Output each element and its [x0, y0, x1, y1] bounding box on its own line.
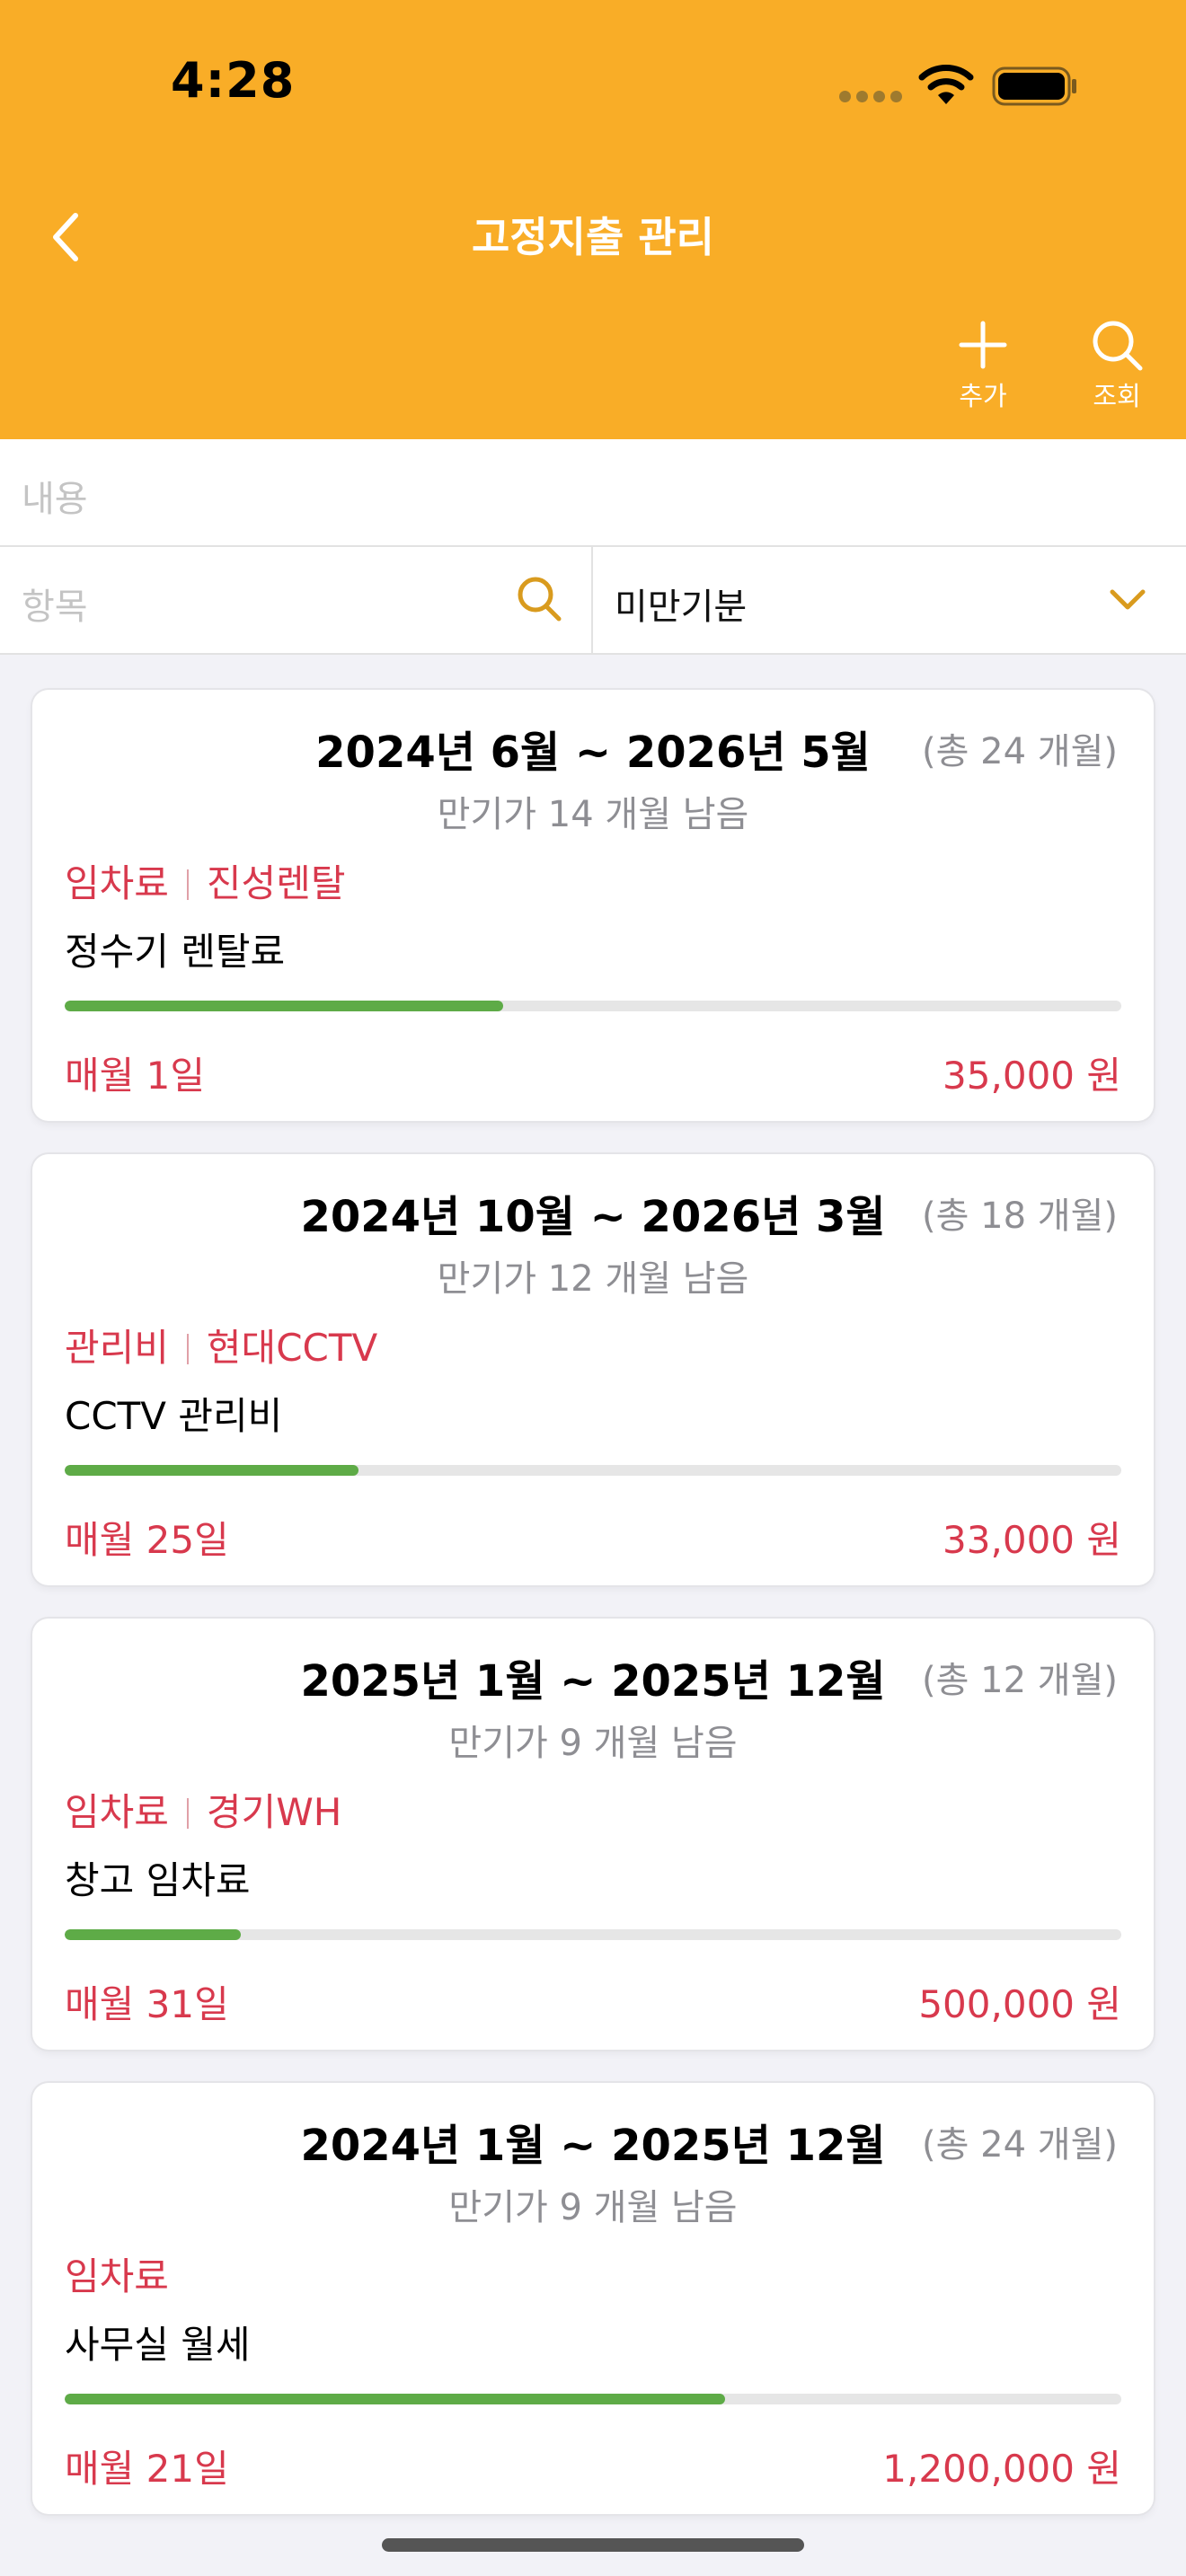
page-title: 고정지출 관리 — [472, 213, 714, 261]
card-category-line: 임차료 경기WH — [65, 1782, 341, 1837]
wifi-icon — [918, 65, 974, 104]
category-separator — [186, 1798, 189, 1829]
card-progress-track — [65, 1929, 1121, 1940]
category-separator — [186, 869, 189, 900]
plus-icon — [959, 321, 1007, 369]
card-category: 임차료 — [65, 1790, 169, 1834]
expense-card[interactable]: 2024년 10월 ~ 2026년 3월 (총 18 개월) 만기가 12 개월… — [32, 1154, 1154, 1585]
expense-card[interactable]: 2025년 1월 ~ 2025년 12월 (총 12 개월) 만기가 9 개월 … — [32, 1619, 1154, 2050]
card-remaining: 만기가 9 개월 남음 — [448, 1723, 738, 1764]
card-description: 정수기 렌탈료 — [65, 930, 286, 974]
card-total-months: (총 24 개월) — [922, 2124, 1118, 2166]
status-time: 4:28 — [171, 52, 296, 109]
card-progress-fill — [65, 1929, 242, 1940]
card-remaining: 만기가 9 개월 남음 — [448, 2187, 738, 2228]
item-input-placeholder: 항목 — [22, 587, 88, 628]
card-pay-day: 매월 25일 — [65, 1518, 229, 1562]
card-progress-track — [65, 1465, 1121, 1476]
card-remaining: 만기가 14 개월 남음 — [437, 794, 749, 835]
card-category: 임차료 — [65, 2254, 169, 2298]
card-pay-day: 매월 1일 — [65, 1054, 205, 1098]
card-description: CCTV 관리비 — [65, 1394, 283, 1438]
card-category: 임차료 — [65, 861, 169, 905]
cellular-signal-icon — [839, 91, 902, 103]
card-total-months: (총 18 개월) — [922, 1195, 1118, 1237]
card-vendor: 진성렌탈 — [206, 861, 346, 905]
card-progress-track — [65, 2394, 1121, 2404]
filter-row: 항목 미만기분 — [0, 547, 1186, 655]
content-input[interactable]: 내용 — [0, 439, 1186, 547]
card-vendor: 현대CCTV — [206, 1326, 378, 1370]
card-description: 창고 임차료 — [65, 1858, 251, 1902]
add-button[interactable]: 추가 — [929, 318, 1037, 424]
card-amount: 500,000 원 — [918, 1982, 1121, 2026]
card-category-line: 임차료 진성렌탈 — [65, 853, 345, 908]
card-amount: 1,200,000 원 — [882, 2447, 1121, 2491]
card-progress-track — [65, 1001, 1121, 1011]
search-button-label: 조회 — [1093, 381, 1141, 411]
card-vendor: 경기WH — [206, 1790, 342, 1834]
chevron-down-icon — [1110, 589, 1146, 610]
period-dropdown-value: 미만기분 — [615, 587, 748, 628]
card-remaining: 만기가 12 개월 남음 — [437, 1258, 749, 1300]
card-amount: 35,000 원 — [943, 1054, 1121, 1098]
item-search-field[interactable]: 항목 — [0, 547, 591, 653]
card-progress-fill — [65, 1465, 358, 1476]
nav-header: 4:28 고정지출 관리 추가 조회 — [0, 0, 1186, 439]
card-total-months: (총 24 개월) — [922, 731, 1118, 772]
card-pay-day: 매월 31일 — [65, 1982, 229, 2026]
card-progress-fill — [65, 1001, 504, 1011]
expense-card[interactable]: 2024년 6월 ~ 2026년 5월 (총 24 개월) 만기가 14 개월 … — [32, 690, 1154, 1121]
search-icon — [1093, 321, 1143, 371]
item-search-icon[interactable] — [514, 574, 564, 624]
home-indicator — [382, 2538, 804, 2552]
card-category: 관리비 — [65, 1326, 169, 1370]
card-category-line: 임차료 — [65, 2246, 169, 2301]
card-pay-day: 매월 21일 — [65, 2447, 229, 2491]
category-separator — [186, 1334, 189, 1364]
period-dropdown[interactable]: 미만기분 — [593, 547, 1186, 653]
content-input-placeholder: 내용 — [22, 479, 88, 520]
search-button[interactable]: 조회 — [1063, 318, 1171, 424]
add-button-label: 추가 — [959, 381, 1007, 411]
expense-card[interactable]: 2024년 1월 ~ 2025년 12월 (총 24 개월) 만기가 9 개월 … — [32, 2083, 1154, 2514]
card-amount: 33,000 원 — [943, 1518, 1121, 1562]
card-category-line: 관리비 현대CCTV — [65, 1318, 377, 1372]
card-description: 사무실 월세 — [65, 2323, 251, 2367]
card-progress-fill — [65, 2394, 725, 2404]
card-total-months: (총 12 개월) — [922, 1660, 1118, 1701]
battery-icon — [992, 66, 1076, 106]
